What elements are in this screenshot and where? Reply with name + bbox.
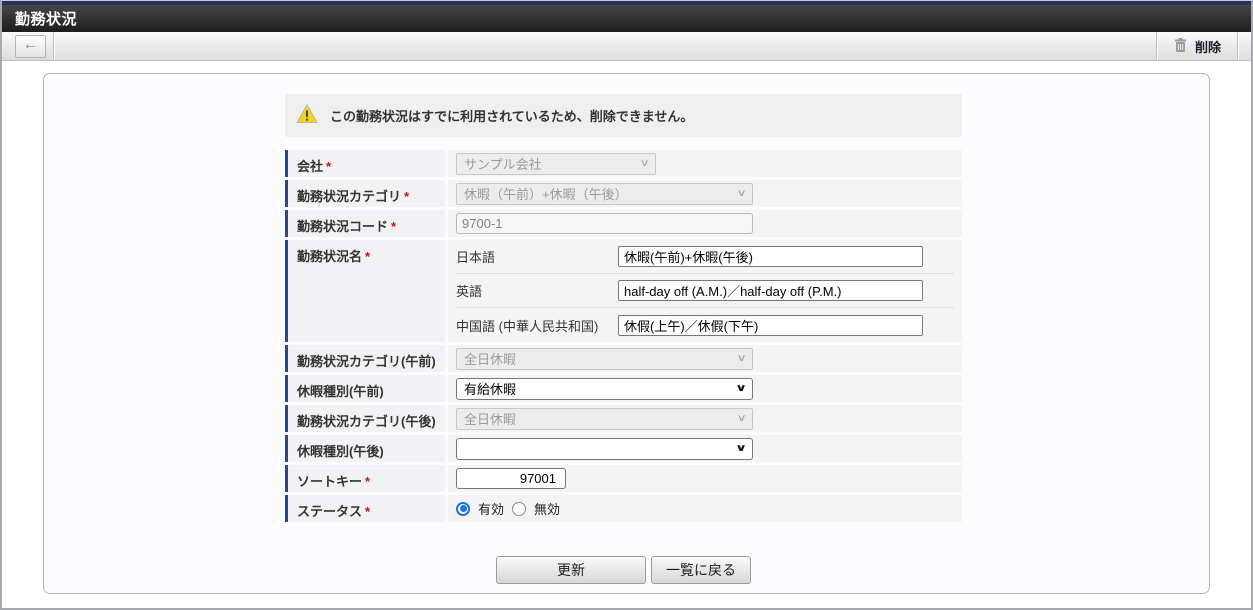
status-active-label: 有効 [478, 502, 505, 517]
required-mark: * [391, 219, 397, 234]
field-label: ソートキー * [285, 465, 445, 492]
field-label: 休暇種別(午後) [285, 435, 445, 462]
toolbar-separator [1237, 32, 1238, 60]
sub-label: 日本語 [456, 250, 496, 265]
form-row-leave-type-pm: 休暇種別(午後) ∨ [285, 435, 962, 462]
name-subrow-chinese: 中国語 (中華人民共和国) [456, 308, 954, 342]
status-active-radio[interactable] [456, 501, 470, 516]
toolbar-separator [53, 32, 54, 60]
category-pm-select: 全日休暇 ∨ [456, 407, 753, 430]
app-window: 勤務状況 ← 削除 この勤務状況はすでに利用されているため、削除できません。 会… [0, 0, 1253, 610]
leave-type-am-select[interactable]: 有給休暇 ∨ [456, 377, 753, 400]
form-row-status: ステータス * 有効 無効 [285, 495, 962, 522]
delete-button[interactable]: 削除 [1157, 32, 1237, 60]
name-subrow-japanese: 日本語 [456, 240, 954, 274]
required-mark: * [326, 159, 332, 174]
status-inactive-radio[interactable] [512, 501, 527, 516]
form-row-company: 会社 * サンプル会社 ∨ [285, 150, 962, 177]
form-row-category-pm: 勤務状況カテゴリ(午後) 全日休暇 ∨ [285, 405, 962, 432]
chevron-down-icon: ∨ [736, 353, 747, 364]
page-content: この勤務状況はすでに利用されているため、削除できません。 会社 * サンプル会社 ∨… [2, 73, 1251, 608]
field-label: 休暇種別(午前) [285, 375, 445, 402]
chevron-down-icon: ∨ [734, 383, 748, 394]
form-row-code: 勤務状況コード * [285, 210, 962, 237]
sub-label: 中国語 (中華人民共和国) [456, 318, 599, 334]
back-button[interactable]: ← [15, 34, 46, 58]
chevron-down-icon: ∨ [734, 443, 748, 454]
chevron-down-icon: ∨ [639, 158, 650, 169]
required-mark: * [365, 249, 371, 264]
trash-icon [1173, 37, 1188, 56]
name-chinese-input[interactable] [618, 314, 923, 336]
delete-button-label: 削除 [1194, 39, 1221, 55]
warning-banner: この勤務状況はすでに利用されているため、削除できません。 [285, 94, 962, 137]
left-arrow-icon: ← [22, 36, 39, 53]
required-mark: * [365, 474, 371, 489]
form-row-names: 勤務状況名* 日本語 英語 中国語 (中華人民共和国) [285, 240, 962, 342]
field-label: 勤務状況カテゴリ(午前) [285, 345, 445, 372]
name-japanese-input[interactable] [618, 246, 923, 267]
code-input [456, 213, 753, 234]
field-label: 勤務状況名 * [285, 240, 445, 342]
back-to-list-button[interactable]: 一覧に戻る [651, 556, 751, 584]
field-label: 会社 * [285, 150, 445, 177]
warning-triangle-icon [296, 103, 318, 127]
chevron-down-icon: ∨ [736, 413, 747, 424]
chevron-down-icon: ∨ [736, 188, 747, 199]
form-row-category: 勤務状況カテゴリ * 休暇（午前）+休暇（午後） ∨ [285, 180, 962, 207]
status-radio-group: 有効 無効 [456, 499, 570, 518]
field-label: 勤務状況カテゴリ(午後) [285, 405, 445, 432]
field-label: 勤務状況カテゴリ * [285, 180, 445, 207]
name-english-input[interactable] [618, 280, 923, 301]
required-mark: * [404, 189, 410, 204]
company-select: サンプル会社 ∨ [456, 152, 656, 175]
form-row-category-am: 勤務状況カテゴリ(午前) 全日休暇 ∨ [285, 345, 962, 372]
field-label: 勤務状況コード * [285, 210, 445, 237]
form-card: この勤務状況はすでに利用されているため、削除できません。 会社 * サンプル会社 ∨… [43, 73, 1210, 594]
category-am-select: 全日休暇 ∨ [456, 347, 753, 370]
required-mark: * [365, 504, 371, 519]
update-button[interactable]: 更新 [496, 556, 646, 584]
status-inactive-label: 無効 [534, 502, 561, 517]
category-select: 休暇（午前）+休暇（午後） ∨ [456, 182, 753, 205]
name-subrow-english: 英語 [456, 274, 954, 308]
title-bar: 勤務状況 [2, 5, 1251, 32]
toolbar: ← 削除 [2, 32, 1251, 61]
form-row-leave-type-am: 休暇種別(午前) 有給休暇 ∨ [285, 375, 962, 402]
action-buttons: 更新 一覧に戻る [285, 556, 962, 584]
warning-message: この勤務状況はすでに利用されているため、削除できません。 [330, 109, 694, 124]
leave-type-pm-select[interactable]: ∨ [456, 437, 753, 460]
form-row-sort-key: ソートキー * [285, 465, 962, 492]
field-label: ステータス * [285, 495, 445, 522]
sub-label: 英語 [456, 284, 483, 299]
sort-key-input[interactable] [456, 468, 566, 489]
page-title: 勤務状況 [15, 11, 78, 28]
